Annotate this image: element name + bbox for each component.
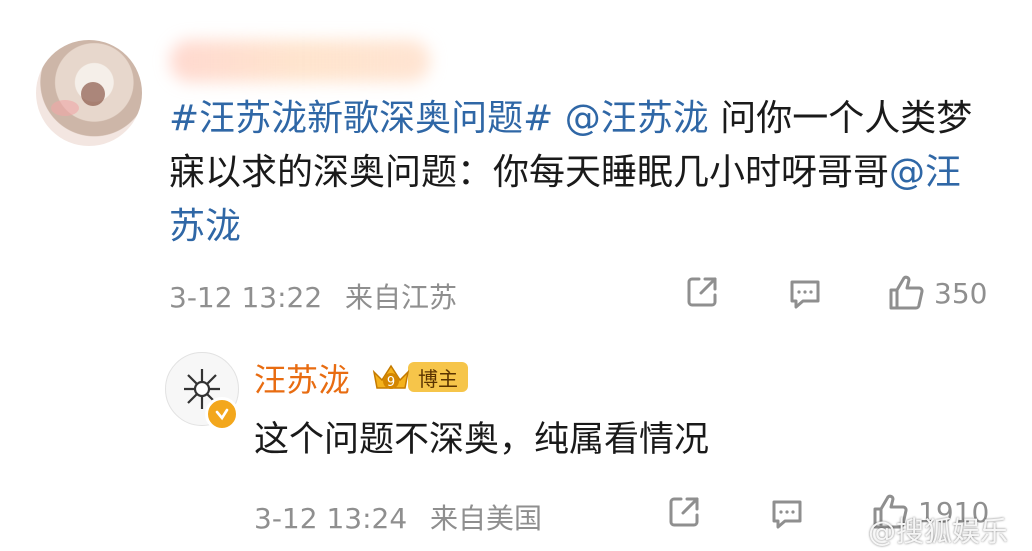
comment-time: 3-12 13:22 (169, 281, 323, 314)
crown-level-icon: 9 (368, 360, 414, 394)
comment-like-count: 350 (934, 276, 988, 310)
comment-location: 来自江苏 (345, 281, 458, 314)
commenter-avatar[interactable] (36, 40, 142, 146)
level-number: 9 (387, 375, 395, 390)
reply-meta: 3-12 13:24 来自美国 (254, 497, 542, 537)
watermark-text: @搜狐娱乐 (868, 515, 1009, 548)
comment-icon (786, 274, 824, 312)
avatar-detail (81, 82, 105, 106)
verified-badge-icon (205, 397, 239, 431)
comment-reply-button[interactable] (786, 274, 824, 312)
comment-link[interactable]: @汪苏泷 (565, 98, 709, 139)
comment-icon (768, 494, 806, 532)
comment-text: #汪苏泷新歌深奥问题# @汪苏泷 问你一个人类梦寐以求的深奥问题：你每天睡眠几小… (169, 92, 989, 254)
share-icon (666, 494, 702, 530)
reply-time: 3-12 13:24 (254, 502, 408, 535)
reply-comment-button[interactable] (768, 494, 806, 532)
comment-link[interactable]: #汪苏泷新歌深奥问题# (169, 98, 553, 139)
share-icon (684, 274, 720, 310)
watermark: @搜狐娱乐 (868, 510, 1008, 550)
thumbs-up-icon (886, 273, 926, 313)
avatar-detail (51, 100, 79, 116)
comment-meta: 3-12 13:22 来自江苏 (169, 276, 457, 316)
blogger-tag: 博主 (408, 362, 468, 392)
reply-text: 这个问题不深奥，纯属看情况 (254, 420, 710, 460)
comment-share-button[interactable] (684, 274, 720, 310)
user-badges[interactable]: 9 博主 (368, 360, 468, 394)
reply-username[interactable]: 汪苏泷 (254, 355, 350, 401)
reply-location: 来自美国 (430, 502, 543, 535)
reply-share-button[interactable] (666, 494, 702, 530)
commenter-username-blurred[interactable] (170, 40, 430, 82)
comment-text-segment (553, 98, 564, 139)
comment-like-button[interactable]: 350 (886, 273, 987, 313)
